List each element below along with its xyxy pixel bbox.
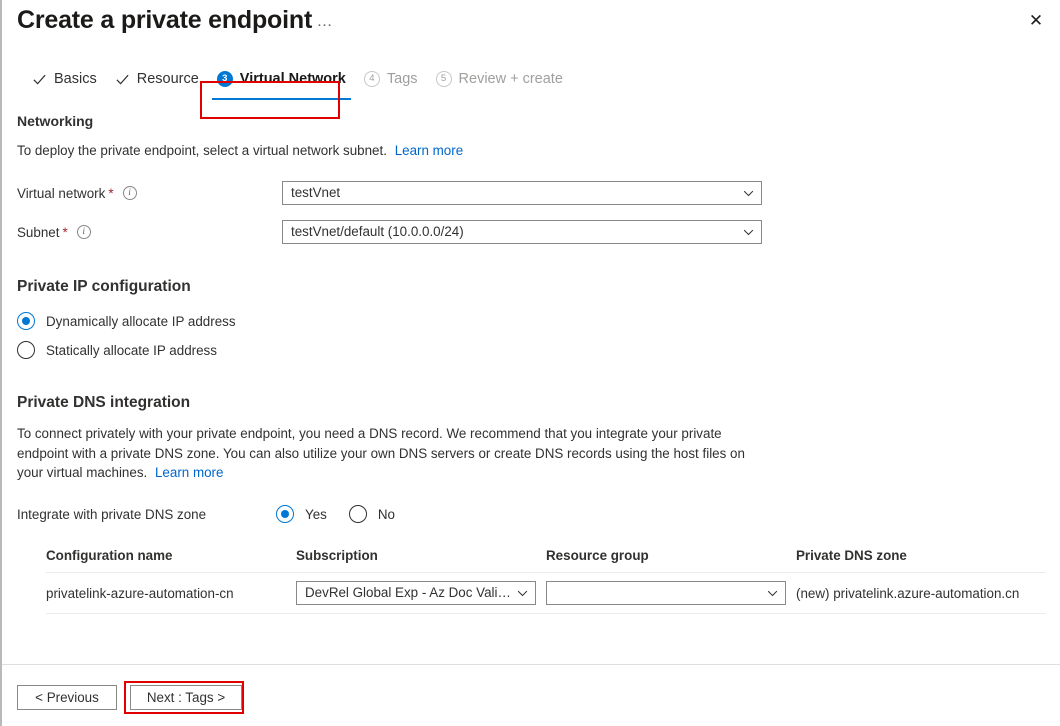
- virtual-network-label: Virtual network * i: [17, 186, 282, 201]
- radio-static-ip-label: Statically allocate IP address: [46, 343, 217, 358]
- dialog-header: Create a private endpoint … ✕: [2, 0, 1060, 62]
- chevron-down-icon: [743, 229, 754, 236]
- previous-button[interactable]: < Previous: [17, 685, 117, 710]
- radio-integrate-yes[interactable]: Yes: [276, 502, 327, 526]
- radio-integrate-yes-label: Yes: [305, 507, 327, 522]
- integrate-dns-zone-label: Integrate with private DNS zone: [17, 507, 276, 522]
- tab-number-badge: 4: [364, 71, 380, 87]
- tab-tags[interactable]: 4 Tags: [355, 64, 427, 94]
- chevron-down-icon: [767, 590, 778, 597]
- private-dns-zone-table: Configuration name Subscription Resource…: [46, 548, 1046, 614]
- resource-group-dropdown[interactable]: [546, 581, 786, 605]
- virtual-network-dropdown[interactable]: testVnet: [282, 181, 762, 205]
- integrate-dns-zone-row: Integrate with private DNS zone Yes No: [17, 502, 1045, 526]
- chevron-down-icon: [743, 190, 754, 197]
- tab-basics-label: Basics: [54, 71, 97, 87]
- table-row: privatelink-azure-automation-cn DevRel G…: [46, 573, 1046, 614]
- column-header-configuration-name: Configuration name: [46, 548, 296, 573]
- tab-review-create-label: Review + create: [459, 71, 563, 87]
- cell-configuration-name: privatelink-azure-automation-cn: [46, 573, 296, 614]
- radio-integrate-no-label: No: [378, 507, 395, 522]
- radio-button-indicator[interactable]: [17, 341, 35, 359]
- tab-virtual-network-label: Virtual Network: [240, 71, 346, 87]
- more-options-icon[interactable]: …: [314, 10, 336, 34]
- private-dns-description: To connect privately with your private e…: [17, 424, 752, 482]
- subnet-field-row: Subnet * i testVnet/default (10.0.0.0/24…: [17, 220, 1045, 244]
- virtual-network-field-row: Virtual network * i testVnet: [17, 181, 1045, 205]
- private-dns-learn-more-link[interactable]: Learn more: [155, 465, 223, 480]
- private-ip-heading: Private IP configuration: [17, 278, 1045, 296]
- virtual-network-label-text: Virtual network: [17, 186, 105, 201]
- networking-heading: Networking: [17, 113, 1045, 129]
- private-dns-heading: Private DNS integration: [17, 394, 1045, 412]
- subscription-value: DevRel Global Exp - Az Doc Valid...: [305, 582, 511, 604]
- subnet-label: Subnet * i: [17, 225, 282, 240]
- radio-dynamic-ip[interactable]: Dynamically allocate IP address: [17, 309, 1045, 333]
- dialog-body: Networking To deploy the private endpoin…: [2, 106, 1060, 664]
- column-header-subscription: Subscription: [296, 548, 546, 573]
- tab-review-create[interactable]: 5 Review + create: [427, 64, 572, 94]
- subnet-value: testVnet/default (10.0.0.0/24): [291, 221, 737, 243]
- column-header-resource-group: Resource group: [546, 548, 796, 573]
- check-icon: [115, 72, 130, 87]
- subscription-dropdown[interactable]: DevRel Global Exp - Az Doc Valid...: [296, 581, 536, 605]
- networking-description: To deploy the private endpoint, select a…: [17, 141, 752, 160]
- required-marker: *: [108, 186, 113, 201]
- close-icon[interactable]: ✕: [1018, 4, 1054, 36]
- info-icon[interactable]: i: [77, 225, 91, 239]
- cell-subscription: DevRel Global Exp - Az Doc Valid...: [296, 573, 546, 614]
- tab-virtual-network[interactable]: 3 Virtual Network: [208, 64, 355, 94]
- info-icon[interactable]: i: [123, 186, 137, 200]
- radio-button-indicator[interactable]: [17, 312, 35, 330]
- create-private-endpoint-dialog: Create a private endpoint … ✕ Basics Res…: [0, 0, 1060, 726]
- tab-number-badge: 3: [217, 71, 233, 87]
- virtual-network-value: testVnet: [291, 182, 737, 204]
- tab-basics[interactable]: Basics: [23, 64, 106, 94]
- subnet-label-text: Subnet: [17, 225, 59, 240]
- next-tags-button[interactable]: Next : Tags >: [130, 685, 242, 710]
- cell-private-dns-zone: (new) privatelink.azure-automation.cn: [796, 573, 1046, 614]
- wizard-tabs: Basics Resource 3 Virtual Network 4 Tags…: [2, 62, 1060, 106]
- networking-description-text: To deploy the private endpoint, select a…: [17, 143, 387, 158]
- check-icon: [32, 72, 47, 87]
- tab-resource[interactable]: Resource: [106, 64, 208, 94]
- radio-integrate-no[interactable]: No: [349, 502, 395, 526]
- page-title: Create a private endpoint: [17, 6, 312, 35]
- chevron-down-icon: [517, 590, 528, 597]
- tab-number-badge: 5: [436, 71, 452, 87]
- networking-learn-more-link[interactable]: Learn more: [395, 143, 463, 158]
- required-marker: *: [62, 225, 67, 240]
- radio-button-indicator[interactable]: [349, 505, 367, 523]
- radio-static-ip[interactable]: Statically allocate IP address: [17, 338, 1045, 362]
- subnet-dropdown[interactable]: testVnet/default (10.0.0.0/24): [282, 220, 762, 244]
- column-header-private-dns-zone: Private DNS zone: [796, 548, 1046, 573]
- radio-dynamic-ip-label: Dynamically allocate IP address: [46, 314, 236, 329]
- cell-resource-group: [546, 573, 796, 614]
- tab-tags-label: Tags: [387, 71, 418, 87]
- radio-button-indicator[interactable]: [276, 505, 294, 523]
- dialog-footer: < Previous Next : Tags >: [2, 664, 1060, 726]
- private-dns-description-text: To connect privately with your private e…: [17, 426, 745, 480]
- table-header-row: Configuration name Subscription Resource…: [46, 548, 1046, 573]
- tab-resource-label: Resource: [137, 71, 199, 87]
